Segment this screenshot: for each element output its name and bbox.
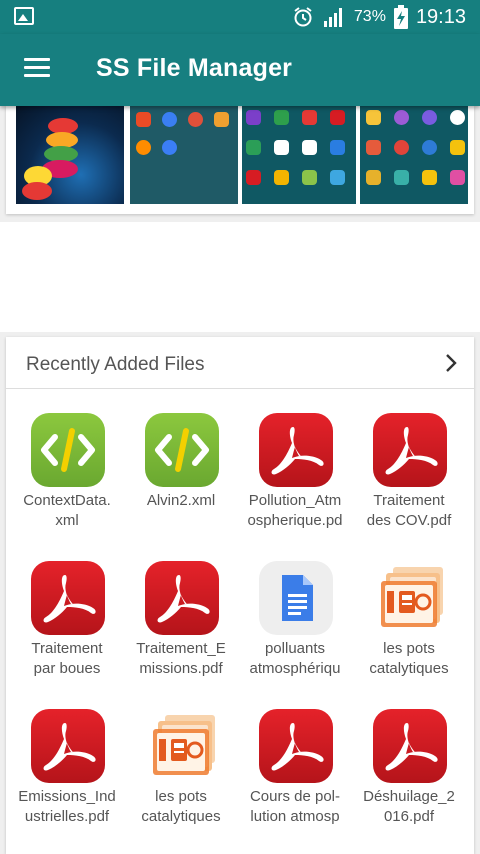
pdf-file-icon	[259, 413, 333, 487]
alarm-icon	[294, 7, 312, 27]
file-name: ContextData. xml	[23, 492, 111, 529]
signal-icon	[323, 8, 342, 27]
file-name: Pollution_Atm ospherique.pd	[247, 492, 343, 529]
xml-file-icon	[31, 413, 105, 487]
file-item[interactable]: Pollution_Atm ospherique.pd	[238, 403, 352, 543]
recent-files-header[interactable]: Recently Added Files	[6, 337, 474, 389]
gallery-notification-icon	[14, 7, 34, 25]
recent-files-title: Recently Added Files	[26, 354, 205, 375]
file-item[interactable]: les pots catalytiques	[124, 699, 238, 839]
file-name: Emissions_Ind ustrielles.pdf	[18, 788, 116, 825]
empty-card	[0, 222, 480, 332]
file-item[interactable]: Alvin2.xml	[124, 403, 238, 543]
xml-file-icon	[145, 413, 219, 487]
file-name: Traitement par boues	[31, 640, 103, 677]
file-item[interactable]: ContextData. xml	[10, 403, 124, 543]
pdf-file-icon	[31, 709, 105, 783]
battery-percent: 73%	[353, 8, 386, 25]
battery-charging-icon	[393, 5, 408, 29]
screenshot-thumbnail[interactable]	[242, 106, 356, 204]
file-item[interactable]: Traitement par boues	[10, 551, 124, 691]
pdf-file-icon	[373, 413, 447, 487]
clock: 19:13	[415, 5, 466, 28]
file-name: les pots catalytiques	[141, 788, 221, 825]
file-item[interactable]: Traitement des COV.pdf	[352, 403, 466, 543]
image-thumbnail[interactable]	[16, 106, 124, 204]
file-item[interactable]: Emissions_Ind ustrielles.pdf	[10, 699, 124, 839]
file-item[interactable]: Cours de pol-lution atmosp	[238, 699, 352, 839]
file-item[interactable]: Traitement_E missions.pdf	[124, 551, 238, 691]
app-title: SS File Manager	[96, 54, 293, 82]
powerpoint-file-icon	[373, 561, 447, 635]
screenshot-thumbnail[interactable]	[360, 106, 468, 204]
pdf-file-icon	[145, 561, 219, 635]
file-name: Traitement des COV.pdf	[366, 492, 452, 529]
file-name: Traitement_E missions.pdf	[136, 640, 226, 677]
file-name: Déshuilage_2 016.pdf	[363, 788, 455, 825]
recent-files-card: Recently Added Files ContextData. xml Alvi…	[6, 337, 474, 854]
menu-icon[interactable]	[24, 58, 50, 80]
file-name: Cours de pol-lution atmosp	[249, 788, 341, 825]
chevron-right-icon[interactable]	[442, 353, 460, 373]
powerpoint-file-icon	[145, 709, 219, 783]
file-item[interactable]: polluants atmosphériqu	[238, 551, 352, 691]
screenshot-thumbnail[interactable]	[130, 106, 238, 204]
pdf-file-icon	[373, 709, 447, 783]
pdf-file-icon	[31, 561, 105, 635]
app-bar: SS File Manager	[0, 34, 480, 106]
status-bar: 73% 19:13	[0, 0, 480, 34]
file-name: les pots catalytiques	[369, 640, 449, 677]
file-name: polluants atmosphériqu	[249, 640, 341, 677]
file-item[interactable]: Déshuilage_2 016.pdf	[352, 699, 466, 839]
pdf-file-icon	[259, 709, 333, 783]
file-name: Alvin2.xml	[146, 492, 216, 509]
file-item[interactable]: les pots catalytiques	[352, 551, 466, 691]
google-docs-icon	[259, 561, 333, 635]
recent-images-card	[6, 106, 474, 214]
